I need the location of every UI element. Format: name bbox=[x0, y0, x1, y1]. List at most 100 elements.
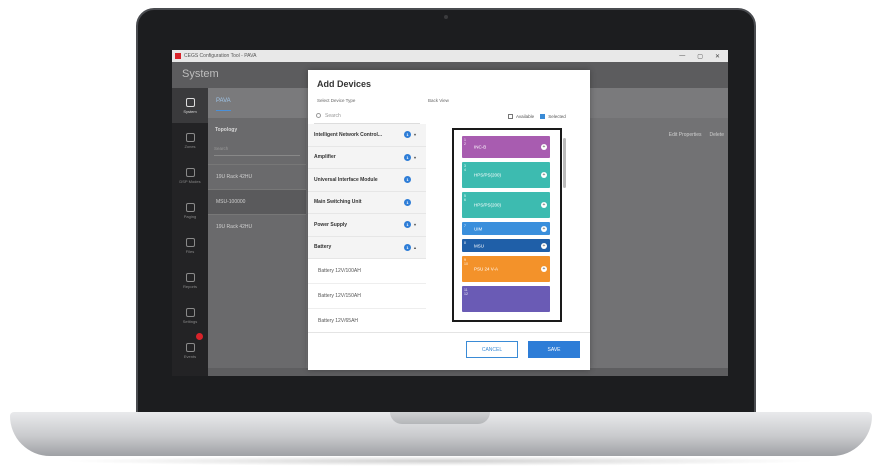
dsp-icon bbox=[185, 167, 195, 177]
slot-add-icon[interactable]: + bbox=[541, 266, 547, 272]
rack-slot[interactable]: 1 2 INC-B + bbox=[462, 136, 550, 158]
rail-item-zones[interactable]: Zones bbox=[172, 123, 208, 158]
slot-label: INC-B bbox=[474, 144, 487, 150]
rack-slot[interactable]: 5 6 HPS/PS(200) + bbox=[462, 192, 550, 218]
rack-slot[interactable]: 9 10 PSU 24 V-A + bbox=[462, 256, 550, 282]
laptop-shadow bbox=[60, 456, 820, 466]
close-button[interactable]: ✕ bbox=[715, 53, 720, 60]
count-badge: 1 bbox=[404, 198, 411, 206]
slot-label: HPS/PS(200) bbox=[474, 172, 502, 178]
slot-add-icon[interactable]: + bbox=[541, 242, 547, 249]
app-logo-icon bbox=[175, 53, 181, 59]
slot-number: 5 6 bbox=[464, 194, 466, 202]
device-type-list: Search Intelligent Network Control... 1 ▾ … bbox=[308, 108, 426, 332]
dialog-divider bbox=[308, 332, 590, 333]
chevron-up-icon: ▴ bbox=[414, 244, 417, 250]
rack-legend: Available Selected bbox=[508, 114, 566, 119]
slot-number: 11 12 bbox=[464, 288, 468, 296]
window-title: CEGS Configuration Tool - PAVA bbox=[184, 53, 257, 59]
maximize-button[interactable]: ▢ bbox=[697, 53, 703, 60]
category-intelligent-network-controller[interactable]: Intelligent Network Control... 1 ▾ bbox=[308, 124, 426, 147]
category-universal-interface-module[interactable]: Universal Interface Module 1 bbox=[308, 169, 426, 192]
topology-panel: Topology Search 19U Rack 42HU MSU-100000… bbox=[208, 118, 306, 376]
system-icon bbox=[185, 97, 195, 107]
app-screen: CEGS Configuration Tool - PAVA — ▢ ✕ Sys… bbox=[172, 50, 728, 376]
count-badge: 1 bbox=[404, 153, 411, 161]
save-button[interactable]: SAVE bbox=[528, 341, 580, 358]
category-power-supply[interactable]: Power Supply 1 ▾ bbox=[308, 214, 426, 237]
count-badge: 1 bbox=[404, 221, 411, 229]
rail-item-events[interactable]: Events bbox=[172, 333, 208, 368]
rack-scrollbar[interactable] bbox=[563, 138, 566, 188]
dialog-title: Add Devices bbox=[317, 79, 372, 89]
rack-slot[interactable]: 11 12 bbox=[462, 286, 550, 312]
count-badge: 1 bbox=[404, 131, 411, 139]
alert-icon bbox=[185, 342, 195, 352]
selected-swatch-icon bbox=[540, 114, 546, 119]
edit-properties-button[interactable]: Edit Properties bbox=[669, 132, 702, 138]
rail-item-settings[interactable]: Settings bbox=[172, 298, 208, 333]
available-swatch-icon bbox=[508, 114, 513, 119]
slot-number: 9 10 bbox=[464, 258, 468, 266]
laptop-mockup: CEGS Configuration Tool - PAVA — ▢ ✕ Sys… bbox=[0, 0, 880, 474]
rail-item-system[interactable]: System bbox=[172, 88, 208, 123]
paging-icon bbox=[185, 202, 195, 212]
count-badge: 1 bbox=[404, 243, 411, 251]
category-main-switching-unit[interactable]: Main Switching Unit 1 bbox=[308, 191, 426, 214]
window-controls: — ▢ ✕ bbox=[679, 53, 728, 60]
topology-row[interactable]: 19U Rack 42HU bbox=[208, 164, 306, 189]
rack-slot[interactable]: 3 4 HPS/PS(200) + bbox=[462, 162, 550, 188]
camera bbox=[444, 15, 448, 19]
device-search-input[interactable]: Search bbox=[314, 108, 420, 124]
chevron-down-icon: ▾ bbox=[414, 132, 417, 138]
category-battery[interactable]: Battery 1 ▴ bbox=[308, 236, 426, 259]
file-icon bbox=[185, 237, 195, 247]
slot-add-icon[interactable]: + bbox=[541, 144, 547, 150]
slot-number: 3 4 bbox=[464, 164, 466, 172]
rack-slot[interactable]: 8 MSU + bbox=[462, 239, 550, 252]
category-amplifier[interactable]: Amplifier 1 ▾ bbox=[308, 146, 426, 169]
select-device-type-label: Select Device Type bbox=[317, 98, 356, 103]
minimize-button[interactable]: — bbox=[679, 53, 685, 60]
report-icon bbox=[185, 272, 195, 282]
slot-label: UIM bbox=[474, 226, 483, 231]
rail-item-dsp[interactable]: DSP Modes bbox=[172, 158, 208, 193]
delete-button[interactable]: Delete bbox=[710, 132, 724, 138]
topology-search-input[interactable]: Search bbox=[214, 144, 300, 156]
slot-number: 7 bbox=[464, 224, 466, 228]
rail-item-files[interactable]: Files bbox=[172, 228, 208, 263]
add-devices-dialog: Add Devices Select Device Type Back View… bbox=[308, 70, 590, 370]
cancel-button[interactable]: CANCEL bbox=[466, 341, 518, 358]
battery-item[interactable]: Battery 12V/65AH bbox=[308, 309, 426, 332]
count-badge: 1 bbox=[404, 176, 411, 184]
search-icon bbox=[316, 113, 321, 118]
slot-add-icon[interactable]: + bbox=[541, 225, 547, 232]
rail-item-paging[interactable]: Paging bbox=[172, 193, 208, 228]
slot-number: 1 2 bbox=[464, 138, 466, 146]
rack-slot[interactable]: 7 UIM + bbox=[462, 222, 550, 235]
window-titlebar: CEGS Configuration Tool - PAVA — ▢ ✕ bbox=[172, 50, 728, 62]
slot-label: MSU bbox=[474, 243, 484, 248]
tab-pava[interactable]: PAVA bbox=[216, 98, 231, 111]
slot-label: HPS/PS(200) bbox=[474, 202, 502, 208]
gear-icon bbox=[185, 307, 195, 317]
battery-item[interactable]: Battery 12V/100AH bbox=[308, 259, 426, 284]
back-view-label: Back View bbox=[428, 98, 449, 103]
chevron-down-icon: ▾ bbox=[414, 222, 417, 228]
topology-row[interactable]: MSU-100000 bbox=[208, 189, 306, 214]
topology-row[interactable]: 19U Rack 42HU bbox=[208, 214, 306, 239]
home-icon bbox=[185, 132, 195, 142]
rail-item-reports[interactable]: Reports bbox=[172, 263, 208, 298]
nav-rail: System Zones DSP Modes Paging Files Repo… bbox=[172, 88, 208, 376]
slot-add-icon[interactable]: + bbox=[541, 172, 547, 178]
slot-add-icon[interactable]: + bbox=[541, 202, 547, 208]
notification-badge bbox=[196, 333, 203, 340]
slot-number: 8 bbox=[464, 241, 466, 245]
battery-item[interactable]: Battery 12V/150AH bbox=[308, 284, 426, 309]
topology-heading: Topology bbox=[215, 127, 238, 133]
page-title: System bbox=[182, 68, 219, 80]
slot-label: PSU 24 V-A bbox=[474, 266, 499, 272]
laptop-notch bbox=[390, 412, 490, 424]
rack-back-view: 1 2 INC-B +3 4 HPS/PS(200) +5 6 HPS/PS(200) +7… bbox=[452, 128, 562, 322]
chevron-down-icon: ▾ bbox=[414, 154, 417, 160]
